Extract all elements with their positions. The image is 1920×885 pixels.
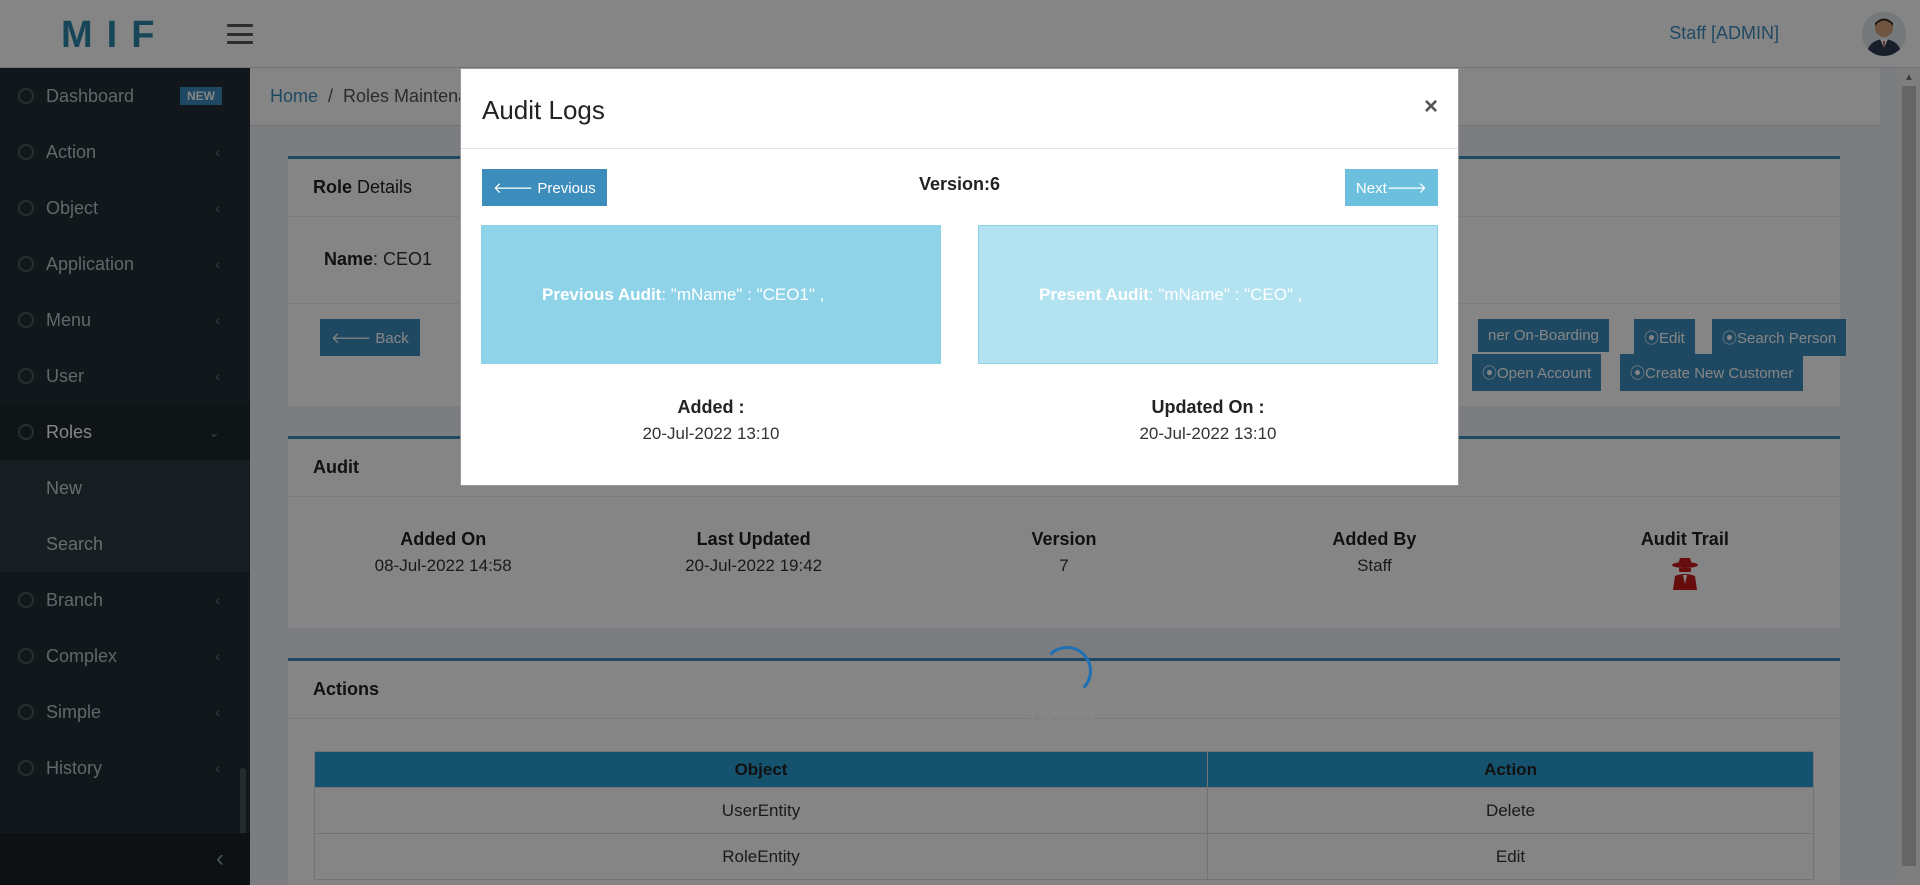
updated-label: Updated On : <box>1151 397 1265 417</box>
added-info: Added : 20-Jul-2022 13:10 <box>481 397 941 444</box>
previous-audit-value: : "mName" : "CEO1" , <box>661 284 825 304</box>
modal-header: Audit Logs × <box>461 69 1458 149</box>
previous-audit-panel: Previous Audit : "mName" : "CEO1" , <box>481 225 941 364</box>
audit-logs-modal: Audit Logs × 🡐 Previous Version:6 Next🡒 … <box>460 68 1459 486</box>
updated-info: Updated On : 20-Jul-2022 13:10 <box>978 397 1438 444</box>
loading-spinner <box>1040 646 1094 696</box>
next-button[interactable]: Next🡒 <box>1344 169 1438 206</box>
present-audit-panel: Present Audit : "mName" : "CEO" , <box>978 225 1438 364</box>
present-audit-value: : "mName" : "CEO" , <box>1148 284 1303 304</box>
loading-text: Loading.. <box>1030 706 1105 726</box>
close-icon[interactable]: × <box>1424 93 1438 121</box>
version-label: Version:6 <box>918 174 1001 194</box>
modal-title: Audit Logs <box>482 95 605 125</box>
added-value: 20-Jul-2022 13:10 <box>642 424 780 443</box>
updated-value: 20-Jul-2022 13:10 <box>1139 424 1277 443</box>
added-label: Added : <box>677 397 745 417</box>
previous-audit-label: Previous Audit <box>542 284 662 304</box>
present-audit-label: Present Audit <box>1039 284 1149 304</box>
